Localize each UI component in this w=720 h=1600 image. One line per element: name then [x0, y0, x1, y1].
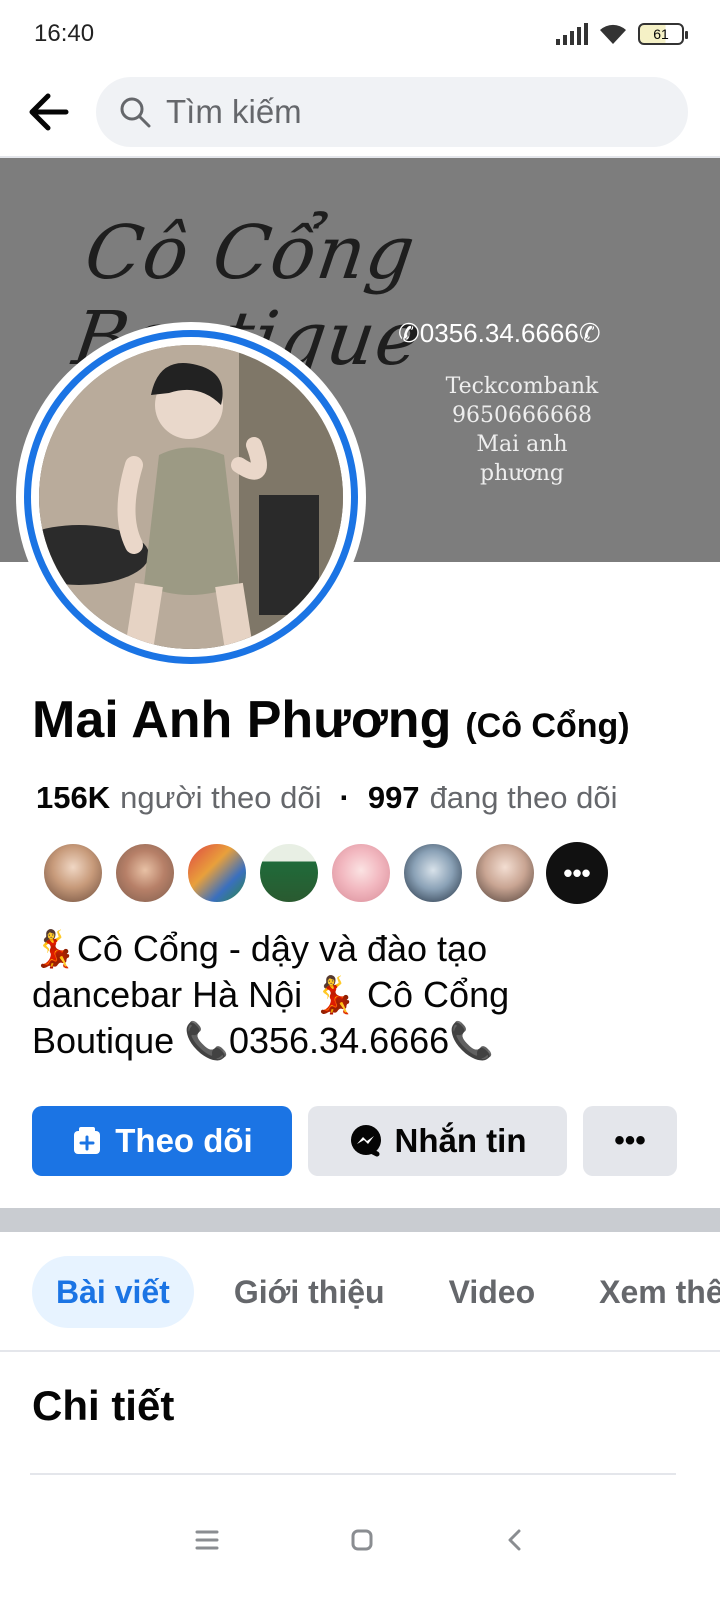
cover-bank-owner: Mai anh phương — [476, 432, 568, 486]
follower-avatar[interactable] — [402, 842, 464, 904]
menu-icon[interactable] — [195, 1529, 219, 1551]
details-divider — [30, 1473, 676, 1475]
followers-avatars[interactable]: ••• — [42, 842, 608, 904]
status-icons: 61 — [556, 22, 688, 46]
cover-phone: ✆0356.34.6666✆ — [398, 318, 601, 349]
follower-avatar[interactable] — [186, 842, 248, 904]
cover-bank-number: 9650666668 — [452, 403, 592, 428]
profile-tabs: Bài viết Giới thiệu Video Xem thêm — [32, 1256, 720, 1328]
home-icon[interactable] — [350, 1528, 374, 1552]
cover-bank-name: Teckcombank — [445, 374, 599, 399]
phone-icon: 📞 — [449, 1020, 495, 1061]
more-options-button[interactable]: ••• — [583, 1106, 677, 1176]
tab-about[interactable]: Giới thiệu — [210, 1256, 409, 1328]
bio-text-3b: 0356.34.6666 — [228, 1020, 450, 1061]
back-nav-icon[interactable] — [505, 1528, 525, 1552]
follower-avatar[interactable] — [474, 842, 536, 904]
bio-line-2: dancebar Hà Nội 💃 Cô Cổng — [32, 972, 672, 1018]
signal-icon — [556, 23, 588, 45]
search-input[interactable]: Tìm kiếm — [96, 77, 688, 147]
wifi-icon — [600, 24, 626, 44]
phone-icon: 📞 — [184, 1020, 229, 1061]
follow-icon — [74, 1127, 101, 1154]
follower-avatar[interactable] — [330, 842, 392, 904]
search-icon — [120, 97, 151, 128]
section-divider — [0, 1208, 720, 1232]
bio-text-1: Cô Cổng - dậy và đào tạo — [76, 928, 488, 969]
status-time: 16:40 — [34, 20, 95, 47]
bio-text-2b: Cô Cổng — [367, 974, 510, 1015]
stats-separator: · — [339, 780, 350, 815]
profile-name: Mai Anh Phương (Cô Cổng) — [32, 690, 630, 750]
follower-avatar[interactable] — [114, 842, 176, 904]
following-count: 997 — [367, 780, 420, 815]
follow-button[interactable]: Theo dõi — [32, 1106, 292, 1176]
battery-level: 61 — [653, 26, 669, 42]
follow-stats[interactable]: 156K người theo dõi · 997 đang theo dõi — [36, 780, 617, 816]
bio-text-2a: dancebar Hà Nội — [32, 974, 303, 1015]
back-arrow-icon — [29, 93, 69, 131]
message-button-label: Nhắn tin — [394, 1122, 527, 1159]
profile-alternate-name: (Cô Cổng) — [465, 707, 630, 745]
follower-avatar[interactable] — [42, 842, 104, 904]
follow-button-label: Theo dõi — [115, 1122, 253, 1159]
tabs-divider — [0, 1350, 720, 1352]
more-followers-button[interactable]: ••• — [546, 842, 608, 904]
dancer-emoji-icon: 💃 — [312, 974, 358, 1015]
followers-count: 156K — [36, 780, 111, 815]
cover-phone-number: 0356.34.6666 — [419, 318, 579, 348]
messenger-icon — [350, 1125, 381, 1157]
avatar-story-ring — [24, 330, 358, 664]
status-bar: 16:40 61 — [0, 0, 720, 68]
tab-video[interactable]: Video — [425, 1256, 560, 1328]
phone-icon: ✆ — [578, 318, 601, 348]
details-heading: Chi tiết — [32, 1382, 175, 1429]
bio-line-3: Boutique 📞0356.34.6666📞 — [32, 1018, 672, 1064]
search-placeholder: Tìm kiếm — [166, 93, 302, 130]
back-button[interactable] — [0, 68, 96, 156]
more-icon: ••• — [614, 1124, 646, 1157]
following-label: đang theo dõi — [429, 780, 618, 815]
system-nav-bar — [0, 1480, 720, 1600]
bio-text-3a: Boutique — [32, 1020, 175, 1061]
profile-avatar[interactable] — [16, 322, 366, 672]
profile-actions: Theo dõi Nhắn tin ••• — [32, 1106, 677, 1176]
avatar-illustration — [39, 345, 343, 649]
bio-line-1: 💃Cô Cổng - dậy và đào tạo — [32, 926, 672, 972]
message-button[interactable]: Nhắn tin — [308, 1106, 567, 1176]
battery-icon: 61 — [638, 23, 688, 45]
dancer-emoji-icon: 💃 — [32, 928, 77, 969]
search-header: Tìm kiếm — [0, 68, 720, 156]
follower-avatar[interactable] — [258, 842, 320, 904]
profile-bio: 💃Cô Cổng - dậy và đào tạo dancebar Hà Nộ… — [32, 926, 672, 1064]
phone-icon: ✆ — [398, 318, 420, 348]
cover-bank-info: Teckcombank 9650666668 Mai anh phương — [432, 372, 612, 488]
followers-label: người theo dõi — [120, 780, 322, 815]
profile-name-text: Mai Anh Phương — [32, 691, 452, 749]
avatar-photo — [39, 345, 343, 649]
tab-posts[interactable]: Bài viết — [32, 1256, 194, 1328]
tab-more[interactable]: Xem thêm — [575, 1256, 720, 1328]
